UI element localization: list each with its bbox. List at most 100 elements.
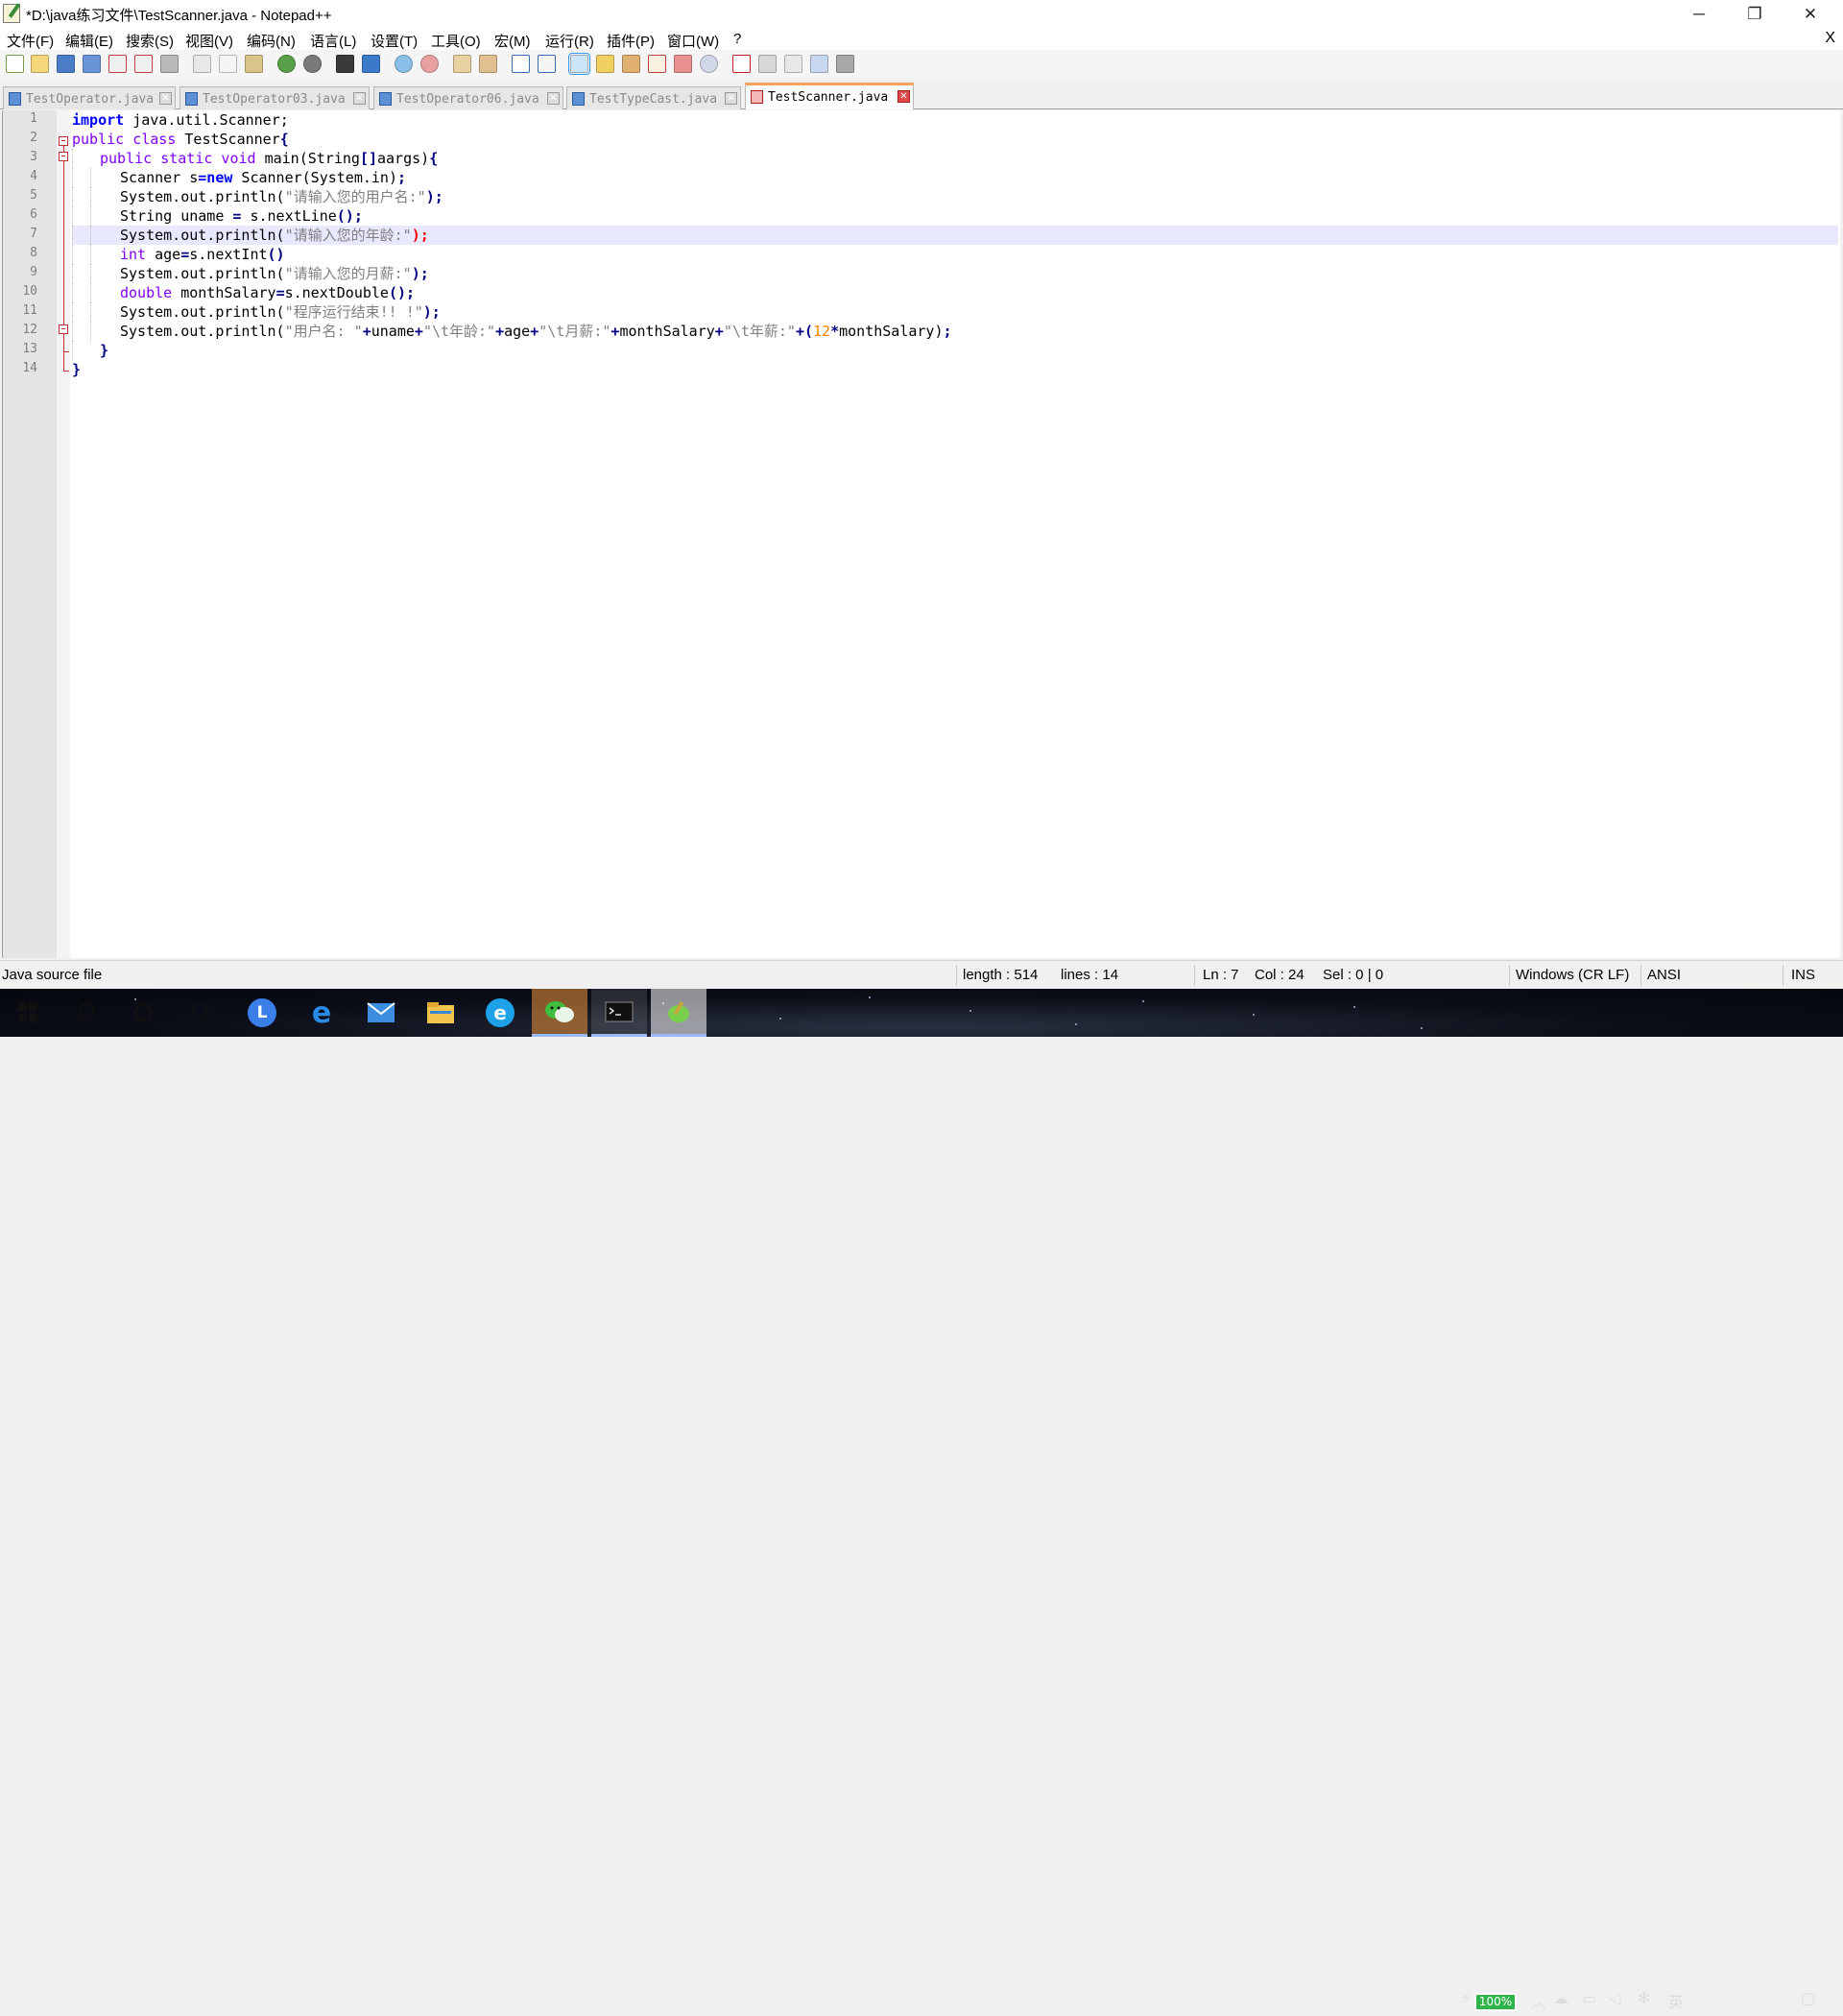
fold-collapse-icon[interactable] [59,152,68,161]
tab-testoperator03[interactable]: TestOperator03.java ✕ [180,86,370,109]
menu-language[interactable]: 语言(L) [310,31,356,51]
menu-settings[interactable]: 设置(T) [371,31,418,51]
menu-tools[interactable]: 工具(O) [431,31,481,51]
bluetooth-icon[interactable]: ✻ [1638,1989,1650,2007]
code-line: String uname = s.nextLine(); [72,206,1838,226]
file-explorer-icon[interactable] [413,989,468,1037]
status-eol[interactable]: Windows (CR LF) [1516,967,1629,983]
sync-vertical-icon[interactable] [453,55,471,73]
tab-testoperator06[interactable]: TestOperator06.java ✕ [373,86,563,109]
save-all-icon[interactable] [83,55,101,73]
tab-testoperator[interactable]: TestOperator.java ✕ [3,86,176,109]
close-document-button[interactable]: X [1825,30,1835,47]
status-ln: Ln : 7 [1203,967,1239,983]
stop-record-icon[interactable] [758,55,777,73]
new-file-icon[interactable] [6,55,24,73]
save-icon[interactable] [57,55,75,73]
wechat-icon[interactable] [532,989,587,1037]
tab-close-icon[interactable]: ✕ [725,92,737,105]
menu-view[interactable]: 视图(V) [185,31,233,51]
restore-button[interactable]: ❐ [1727,0,1783,29]
input-method-indicator[interactable]: 英 [1668,1989,1684,2012]
sync-horizontal-icon[interactable] [479,55,497,73]
ie-browser-icon[interactable]: e [472,989,528,1037]
print-icon[interactable] [160,55,179,73]
search-icon[interactable] [58,989,113,1037]
redo-icon[interactable] [303,55,322,73]
lenovo-l-icon[interactable]: L [234,989,290,1037]
edge-icon[interactable]: e [294,989,349,1037]
notification-center-icon[interactable]: ▢ [1801,1989,1815,2007]
line-number: 1 [30,111,37,126]
menu-help[interactable]: ? [733,31,741,47]
line-number: 2 [30,131,37,145]
menu-window[interactable]: 窗口(W) [667,31,719,51]
task-view-icon[interactable] [173,989,228,1037]
word-wrap-icon[interactable] [512,55,530,73]
monitor-icon[interactable] [674,55,692,73]
paste-icon[interactable] [245,55,263,73]
open-file-icon[interactable] [31,55,49,73]
function-list-icon[interactable] [622,55,640,73]
menu-macro[interactable]: 宏(M) [494,31,531,51]
code-line: System.out.println("用户名: "+uname+"\t年龄:"… [72,322,1838,341]
minimize-button[interactable]: ─ [1671,0,1727,29]
status-encoding[interactable]: ANSI [1647,967,1681,983]
network-icon[interactable]: ▭ [1582,1989,1596,2007]
play-macro-icon[interactable] [784,55,802,73]
menu-file[interactable]: 文件(F) [7,31,54,51]
undo-icon[interactable] [277,55,296,73]
doc-map-icon[interactable] [596,55,614,73]
cortana-icon[interactable] [115,989,171,1037]
indent-guide-icon[interactable] [568,53,590,75]
volume-icon[interactable]: ◁ [1609,1989,1620,2007]
menu-edit[interactable]: 编辑(E) [65,31,113,51]
tab-close-icon[interactable]: ✕ [159,92,172,105]
record-macro-icon[interactable] [732,55,751,73]
show-all-chars-icon[interactable] [538,55,556,73]
close-icon[interactable] [108,55,127,73]
battery-indicator[interactable]: 100% [1474,1993,1517,2011]
tab-close-icon[interactable]: ✕ [547,92,560,105]
onedrive-cloud-icon[interactable]: ☁ [1553,1989,1568,2007]
fold-collapse-icon[interactable] [59,324,68,334]
mail-icon[interactable] [353,989,409,1037]
zoom-out-icon[interactable] [420,55,439,73]
code-line: } [72,341,1838,360]
close-window-button[interactable]: ✕ [1783,0,1838,29]
taskbar-clock[interactable]: 11:25 2020/9/28 [1697,1981,1764,2016]
find-icon[interactable] [336,55,354,73]
tab-testscanner[interactable]: TestScanner.java ✕ [745,83,914,109]
windows-start-icon[interactable] [0,989,56,1037]
copy-icon[interactable] [219,55,237,73]
cut-icon[interactable] [193,55,211,73]
fold-collapse-icon[interactable] [59,136,68,146]
save-macro-icon[interactable] [836,55,854,73]
tab-close-icon[interactable]: ✕ [898,90,910,103]
clock-time: 11:25 [1712,1982,1749,1997]
line-number: 7 [30,227,37,241]
menu-encoding[interactable]: 编码(N) [247,31,296,51]
line-number: 8 [30,246,37,260]
code-editor[interactable]: 1 2 3 4 5 6 7 8 9 10 11 12 13 14 import … [2,110,1840,958]
menu-run[interactable]: 运行(R) [545,31,594,51]
run-macro-multiple-icon[interactable] [810,55,828,73]
cmd-terminal-icon[interactable] [591,989,647,1037]
status-insert-mode[interactable]: INS [1791,967,1815,983]
power-plug-icon[interactable]: ⚡ [1461,1989,1472,2007]
menu-search[interactable]: 搜索(S) [126,31,174,51]
fold-end-marker [63,371,69,372]
toolbar [0,50,1843,79]
unsaved-file-icon [751,90,763,104]
monitor-eye-icon[interactable] [700,55,718,73]
close-all-icon[interactable] [134,55,153,73]
code-line: } [72,361,82,378]
menu-plugins[interactable]: 插件(P) [607,31,655,51]
folder-workspace-icon[interactable] [648,55,666,73]
tab-close-icon[interactable]: ✕ [353,92,366,105]
notepadpp-icon[interactable] [651,989,706,1037]
zoom-in-icon[interactable] [395,55,413,73]
tab-testtypecast[interactable]: TestTypeCast.java ✕ [566,86,741,109]
show-hidden-icons-icon[interactable]: ︿ [1531,1989,1546,2012]
replace-icon[interactable] [362,55,380,73]
